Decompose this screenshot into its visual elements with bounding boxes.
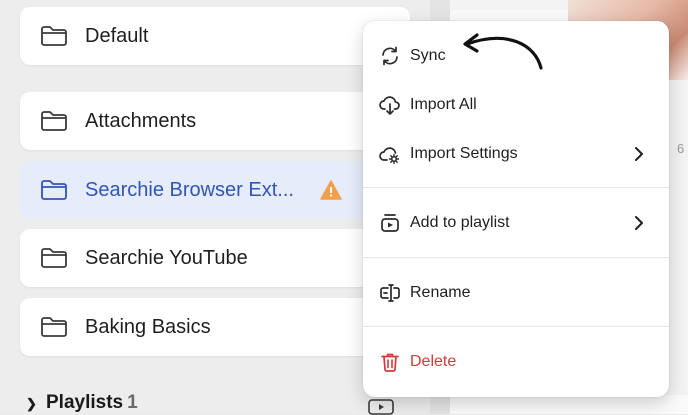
menu-item-import-all[interactable]: Import All [363,81,669,129]
menu-item-label: Add to playlist [410,214,510,231]
annotation-arrow-icon [463,33,543,70]
cloud-download-icon [379,96,400,115]
folder-row-attachments[interactable]: Attachments [20,92,410,150]
menu-item-delete[interactable]: Delete [363,338,669,386]
folder-label: Attachments [85,110,197,132]
warning-icon [320,180,342,200]
content-card-bottom [450,395,688,414]
chevron-right-icon: ❯ [26,396,37,411]
folder-icon [41,111,67,131]
menu-item-label: Import All [410,96,477,113]
menu-item-rename[interactable]: Rename [363,269,669,317]
playlists-section-toggle[interactable]: ❯ Playlists 1 [26,392,138,414]
folder-row-searchie-browser-ext[interactable]: Searchie Browser Ext... [20,161,410,219]
menu-item-label: Import Settings [410,145,518,162]
folder-icon [41,317,67,337]
folder-row-searchie-youtube[interactable]: Searchie YouTube [20,229,410,287]
menu-divider [363,187,669,188]
menu-item-add-to-playlist[interactable]: Add to playlist [363,199,669,247]
folder-label: Searchie Browser Ext... [85,179,294,201]
rename-icon [380,284,400,302]
menu-divider [363,326,669,327]
menu-item-label: Sync [410,47,446,64]
playlist-add-icon [381,214,399,232]
playlists-label: Playlists [46,392,124,413]
playlists-count: 1 [127,392,138,413]
folder-label: Default [85,25,149,47]
folder-icon [41,26,67,46]
trash-icon [381,353,399,372]
chevron-right-icon [635,147,643,161]
content-number: 6 [677,141,685,156]
folder-row-default[interactable]: Default [20,7,410,65]
menu-item-import-settings[interactable]: Import Settings [363,130,669,178]
folder-icon [41,248,67,268]
menu-item-label: Rename [410,284,471,301]
folder-row-baking-basics[interactable]: Baking Basics [20,298,410,356]
cloud-settings-icon [379,147,400,165]
folder-icon [41,180,67,200]
chevron-right-icon [635,216,643,230]
folder-label: Baking Basics [85,316,211,338]
context-menu: Sync Import All Import Settings Add to p… [363,21,669,397]
playlist-icon[interactable] [367,397,395,415]
menu-item-label: Delete [410,353,457,370]
sync-icon [382,46,398,66]
menu-divider [363,257,669,258]
folder-label: Searchie YouTube [85,247,248,269]
